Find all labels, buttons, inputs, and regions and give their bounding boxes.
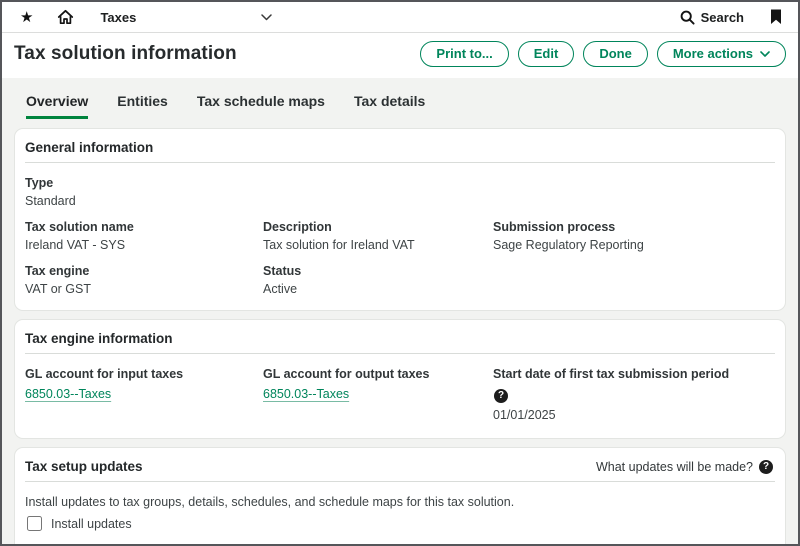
section-title: Tax engine information bbox=[25, 331, 173, 346]
section-title: Tax setup updates bbox=[25, 459, 143, 474]
gl-account-output-link[interactable]: 6850.03--Taxes bbox=[263, 387, 349, 401]
tab-overview[interactable]: Overview bbox=[26, 93, 89, 119]
chevron-down-icon bbox=[261, 13, 273, 21]
print-to-button[interactable]: Print to... bbox=[420, 41, 509, 67]
field-value: Tax solution for Ireland VAT bbox=[263, 238, 415, 252]
field-tax-solution-name: Tax solution name Ireland VAT - SYS bbox=[25, 220, 263, 252]
general-info-row-2: Tax solution name Ireland VAT - SYS Desc… bbox=[25, 220, 775, 252]
field-value: 01/01/2025 bbox=[493, 408, 556, 422]
field-label: GL account for output taxes bbox=[263, 367, 430, 381]
install-updates-checkbox[interactable] bbox=[27, 516, 42, 531]
done-button-label: Done bbox=[599, 46, 632, 61]
field-label: Type bbox=[25, 176, 54, 190]
tax-solution-window: ★ Taxes Search Tax solution information … bbox=[0, 0, 800, 546]
field-value: Ireland VAT - SYS bbox=[25, 238, 126, 252]
field-gl-account-input-taxes: GL account for input taxes 6850.03--Taxe… bbox=[25, 367, 263, 422]
page-title: Tax solution information bbox=[14, 43, 237, 64]
section-title: General information bbox=[25, 140, 154, 155]
page-header: Tax solution information Print to... Edi… bbox=[2, 33, 798, 78]
field-label: Tax engine bbox=[25, 264, 90, 278]
favorites-star-icon[interactable]: ★ bbox=[20, 10, 33, 25]
tax-setup-updates-card: Tax setup updates What updates will be m… bbox=[14, 447, 786, 544]
application-menu-label: Taxes bbox=[100, 9, 137, 25]
more-actions-button[interactable]: More actions bbox=[656, 41, 786, 67]
bookmark-icon[interactable] bbox=[770, 9, 782, 25]
edit-button[interactable]: Edit bbox=[517, 41, 575, 67]
tax-engine-info-row: GL account for input taxes 6850.03--Taxe… bbox=[25, 367, 775, 422]
empty-cell bbox=[493, 264, 775, 296]
tax-engine-information-header: Tax engine information bbox=[25, 331, 775, 354]
top-navigation-bar: ★ Taxes Search bbox=[2, 2, 798, 33]
install-updates-row: Install updates bbox=[27, 516, 775, 531]
chevron-down-icon bbox=[760, 50, 770, 57]
field-label: GL account for input taxes bbox=[25, 367, 184, 381]
help-icon[interactable]: ? bbox=[494, 389, 508, 403]
gl-account-input-link[interactable]: 6850.03--Taxes bbox=[25, 387, 111, 401]
tab-bar: Overview Entities Tax schedule maps Tax … bbox=[2, 78, 798, 119]
setup-description: Install updates to tax groups, details, … bbox=[25, 495, 515, 509]
more-actions-button-label: More actions bbox=[672, 46, 753, 61]
general-information-card: General information Type Standard Tax so… bbox=[14, 128, 786, 311]
header-actions: Print to... Edit Done More actions bbox=[420, 41, 786, 67]
updates-help-text: What updates will be made? bbox=[595, 459, 753, 474]
field-value: Standard bbox=[25, 194, 76, 208]
field-label: Status bbox=[263, 264, 302, 278]
field-submission-process: Submission process Sage Regulatory Repor… bbox=[493, 220, 775, 252]
print-to-button-label: Print to... bbox=[436, 46, 493, 61]
field-label: Tax solution name bbox=[25, 220, 134, 234]
tab-entities[interactable]: Entities bbox=[117, 93, 168, 119]
field-gl-account-output-taxes: GL account for output taxes 6850.03--Tax… bbox=[263, 367, 493, 422]
help-icon[interactable]: ? bbox=[759, 459, 773, 474]
tab-tax-schedule-maps[interactable]: Tax schedule maps bbox=[197, 93, 325, 119]
field-start-date: Start date of first tax submission perio… bbox=[493, 367, 775, 422]
field-label: Start date of first tax submission perio… bbox=[493, 367, 730, 381]
search-label: Search bbox=[700, 9, 744, 25]
general-info-row-3: Tax engine VAT or GST Status Active bbox=[25, 264, 775, 296]
updates-help: What updates will be made? ? bbox=[595, 459, 773, 474]
field-description: Description Tax solution for Ireland VAT bbox=[263, 220, 493, 252]
field-value: VAT or GST bbox=[25, 282, 91, 296]
general-information-header: General information bbox=[25, 140, 775, 163]
tax-setup-updates-header: Tax setup updates What updates will be m… bbox=[25, 459, 775, 482]
field-status: Status Active bbox=[263, 264, 493, 296]
tab-tax-details[interactable]: Tax details bbox=[354, 93, 425, 119]
field-label: Description bbox=[263, 220, 332, 234]
install-updates-label: Install updates bbox=[51, 516, 132, 531]
field-value: Sage Regulatory Reporting bbox=[493, 238, 644, 252]
done-button[interactable]: Done bbox=[583, 41, 648, 67]
field-label: Submission process bbox=[493, 220, 616, 234]
tax-engine-information-card: Tax engine information GL account for in… bbox=[14, 319, 786, 439]
search-icon bbox=[680, 10, 695, 25]
application-menu-dropdown[interactable]: Taxes bbox=[100, 9, 273, 25]
search-button[interactable]: Search bbox=[680, 10, 744, 25]
field-type: Type Standard bbox=[25, 176, 775, 208]
field-value: Active bbox=[263, 282, 298, 296]
field-tax-engine: Tax engine VAT or GST bbox=[25, 264, 263, 296]
home-icon[interactable] bbox=[57, 9, 74, 25]
edit-button-label: Edit bbox=[533, 46, 559, 61]
